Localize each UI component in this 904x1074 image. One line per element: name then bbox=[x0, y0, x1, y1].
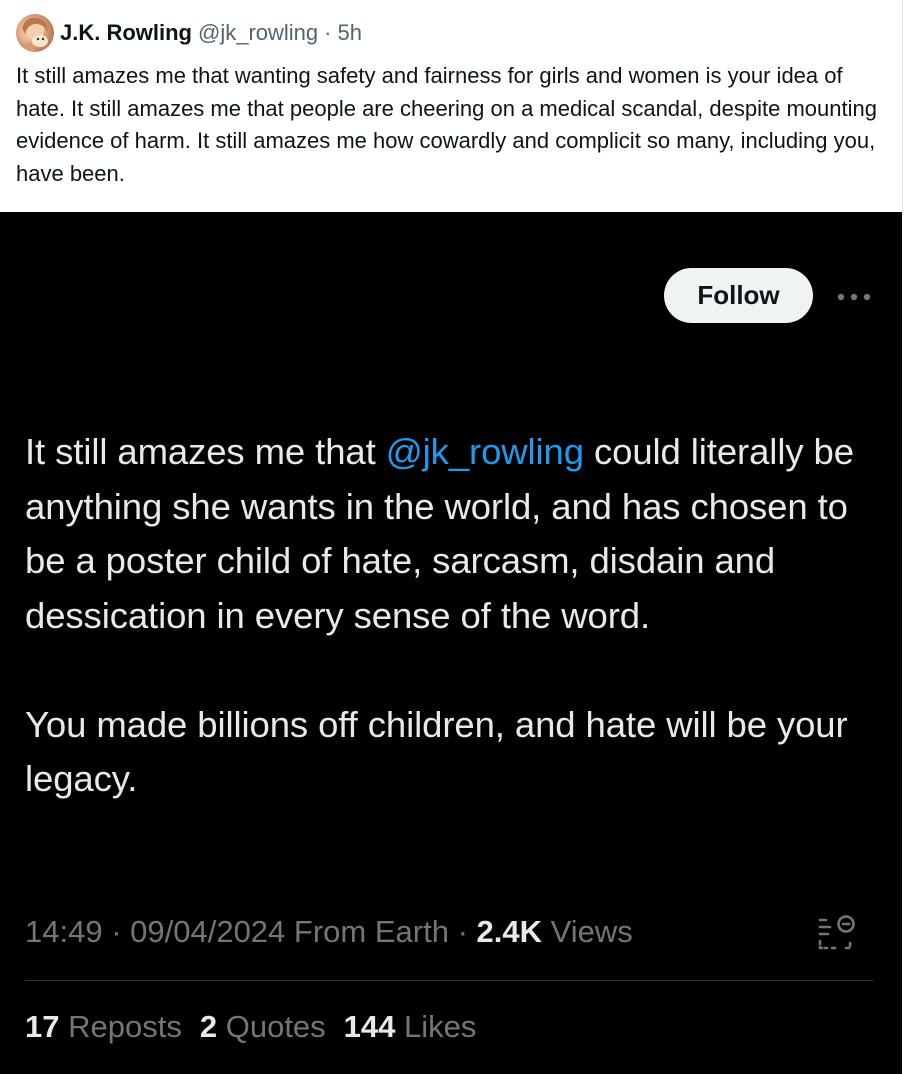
author-handle[interactable]: @jk_rowling bbox=[198, 20, 318, 45]
quote-tweet-text: It still amazes me that wanting safety a… bbox=[16, 63, 877, 186]
tweet-paragraph-1: It still amazes me that @jk_rowling coul… bbox=[25, 425, 885, 643]
views-label: Views bbox=[542, 914, 633, 949]
tweet-screenshot-image: Follow It still amazes me that @jk_rowli… bbox=[0, 212, 902, 1074]
meta-dot: · bbox=[448, 914, 477, 949]
tweet-source: From Earth bbox=[285, 914, 449, 949]
tweet-body: It still amazes me that @jk_rowling coul… bbox=[25, 425, 885, 807]
tweet-paragraph-2: You made billions off children, and hate… bbox=[25, 703, 848, 800]
more-horizontal-icon[interactable] bbox=[836, 292, 872, 302]
follow-button[interactable]: Follow bbox=[664, 268, 813, 323]
quote-tweet-header: J.K. Rowling @jk_rowling · 5h bbox=[60, 19, 362, 47]
body-text: It still amazes me that bbox=[25, 431, 386, 472]
quote-tweet-card[interactable]: J.K. Rowling @jk_rowling · 5h It still amaz… bbox=[0, 0, 903, 212]
author-name[interactable]: J.K. Rowling bbox=[60, 20, 192, 45]
mention-link[interactable]: @jk_rowling bbox=[386, 431, 584, 472]
likes-label: Likes bbox=[404, 1009, 477, 1044]
tweet-time[interactable]: 14:49 bbox=[25, 914, 103, 949]
tweet-date[interactable]: 09/04/2024 bbox=[130, 914, 285, 949]
reposts-stat[interactable]: 17 Reposts bbox=[25, 1009, 182, 1044]
header-separator: · bbox=[324, 20, 332, 45]
views-count: 2.4K bbox=[476, 914, 542, 949]
tweet-meta: 14:49 · 09/04/2024 From Earth · 2.4K Vie… bbox=[25, 912, 633, 952]
engagement-counts: 17 Reposts 2 Quotes 144 Likes bbox=[25, 1007, 494, 1047]
meta-dot: · bbox=[102, 914, 131, 949]
divider bbox=[25, 980, 874, 981]
quotes-label: Quotes bbox=[225, 1009, 326, 1044]
tweet-time-ago[interactable]: 5h bbox=[337, 20, 361, 45]
quotes-count: 2 bbox=[199, 1009, 218, 1044]
likes-count: 144 bbox=[343, 1009, 396, 1044]
author-avatar[interactable] bbox=[16, 14, 54, 52]
reposts-label: Reposts bbox=[68, 1009, 182, 1044]
reposts-count: 17 bbox=[25, 1009, 60, 1044]
quotes-stat[interactable]: 2 Quotes bbox=[200, 1009, 326, 1044]
likes-stat[interactable]: 144 Likes bbox=[344, 1009, 477, 1044]
post-analytics-icon[interactable] bbox=[816, 912, 856, 952]
